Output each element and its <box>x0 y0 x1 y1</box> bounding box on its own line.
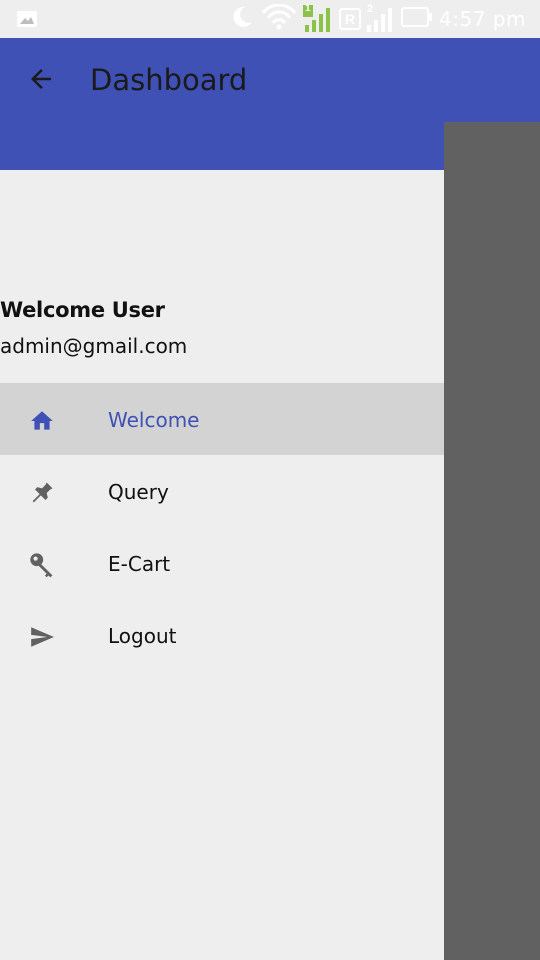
menu-item-label: Query <box>108 480 169 504</box>
sim1-signal-icon: 1 <box>303 3 333 33</box>
menu-item-welcome[interactable]: Welcome <box>0 383 444 455</box>
menu-item-label: Welcome <box>108 408 200 432</box>
moon-icon <box>229 4 255 35</box>
page-title: Dashboard <box>90 63 248 97</box>
wifi-icon <box>261 3 297 35</box>
drawer-scrim[interactable] <box>444 122 540 960</box>
pin-icon <box>28 479 56 507</box>
drawer-header: Welcome User admin@gmail.com <box>0 170 444 383</box>
back-button[interactable] <box>24 62 58 96</box>
menu-item-logout[interactable]: Logout <box>0 599 444 671</box>
drawer-menu: Welcome Query E-Cart Logout <box>0 383 444 671</box>
menu-item-label: E-Cart <box>108 552 171 576</box>
key-icon <box>28 551 56 579</box>
roaming-icon: R <box>339 8 362 30</box>
home-icon <box>28 407 56 435</box>
user-email: admin@gmail.com <box>0 334 188 358</box>
sim2-label: 2 <box>367 3 374 15</box>
status-time: 4:57 pm <box>439 7 526 31</box>
send-icon <box>28 623 56 651</box>
sim1-label: 1 <box>305 3 311 14</box>
status-icons: 1 R 2 4:57 pm <box>229 3 526 35</box>
menu-item-query[interactable]: Query <box>0 455 444 527</box>
user-name: Welcome User <box>0 298 165 322</box>
sim2-signal-icon: 2 <box>367 3 395 33</box>
battery-icon <box>401 6 433 33</box>
navigation-drawer: Welcome User admin@gmail.com Welcome Que… <box>0 170 444 960</box>
status-bar: 1 R 2 4:57 pm <box>0 0 540 38</box>
gallery-notification-icon <box>16 10 38 33</box>
menu-item-label: Logout <box>108 624 177 648</box>
menu-item-ecart[interactable]: E-Cart <box>0 527 444 599</box>
arrow-back-icon <box>31 69 51 89</box>
